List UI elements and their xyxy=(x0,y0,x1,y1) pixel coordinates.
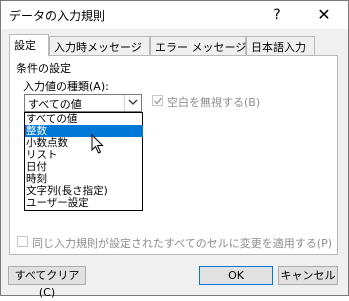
allow-field-label: 入力値の種類(A): xyxy=(23,80,109,93)
tab-error-message[interactable]: エラー メッセージ xyxy=(150,36,246,55)
ok-button[interactable]: OK xyxy=(199,266,273,285)
dropdown-arrow-button[interactable] xyxy=(124,95,141,111)
option-list[interactable]: リスト xyxy=(25,149,143,161)
dialog-title: データの入力規則 xyxy=(9,9,106,23)
ignore-blank-label: 空白を無視する(B) xyxy=(167,96,261,109)
title-bar: データの入力規則 ? ✕ xyxy=(1,1,348,29)
apply-all-checkbox[interactable] xyxy=(17,236,28,247)
apply-all-label: 同じ入力規則が設定されたすべてのセルに変更を適用する(P) xyxy=(32,237,333,250)
option-any-value[interactable]: すべての値 xyxy=(25,113,143,125)
help-button[interactable]: ? xyxy=(267,5,287,25)
close-button[interactable]: ✕ xyxy=(313,5,335,25)
option-time[interactable]: 時刻 xyxy=(25,173,143,185)
option-whole-number[interactable]: 整数 xyxy=(25,125,143,137)
tab-settings[interactable]: 設定 xyxy=(9,34,49,56)
checkmark-icon xyxy=(154,97,163,105)
option-custom[interactable]: ユーザー設定 xyxy=(25,197,143,209)
chevron-down-icon xyxy=(128,99,138,105)
ignore-blank-checkbox[interactable] xyxy=(152,95,163,106)
option-text-length[interactable]: 文字列(長さ指定) xyxy=(25,185,143,197)
criteria-section-label: 条件の設定 xyxy=(16,62,71,75)
tab-ime[interactable]: 日本語入力 xyxy=(246,36,315,55)
cancel-button[interactable]: キャンセル xyxy=(278,266,338,285)
clear-all-button[interactable]: すべてクリア(C) xyxy=(8,266,86,299)
tab-input-message[interactable]: 入力時メッセージ xyxy=(49,36,150,55)
allow-type-value: すべての値 xyxy=(28,98,82,111)
allow-type-dropdown-list: すべての値 整数 小数点数 リスト 日付 時刻 文字列(長さ指定) ユーザー設定 xyxy=(24,112,143,211)
allow-type-select[interactable]: すべての値 xyxy=(24,94,142,112)
option-date[interactable]: 日付 xyxy=(25,161,143,173)
mouse-pointer-icon xyxy=(91,134,104,154)
option-decimal[interactable]: 小数点数 xyxy=(25,137,143,149)
